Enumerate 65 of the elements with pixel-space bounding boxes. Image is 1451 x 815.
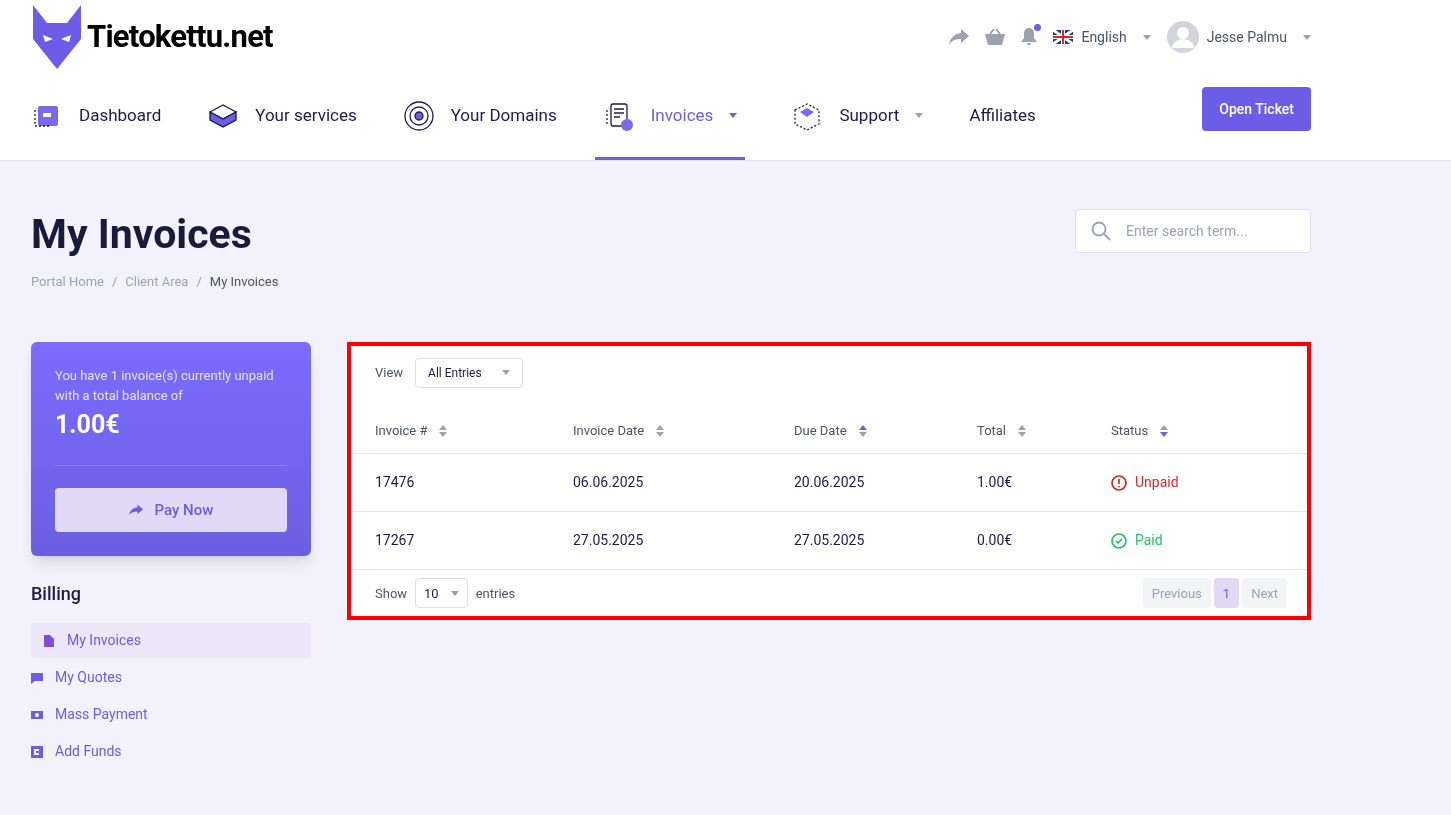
- table-cell: 06.06.2025: [573, 453, 794, 512]
- globe-icon: [402, 99, 435, 132]
- show-label: Show: [375, 584, 408, 603]
- billing-menu-item[interactable]: My Quotes: [31, 660, 311, 696]
- search-field[interactable]: Enter search term...: [1075, 209, 1311, 253]
- table-cell: 17267: [351, 511, 573, 570]
- nav-tab[interactable]: Dashboard: [31, 74, 162, 160]
- nav-tab[interactable]: Affiliates: [969, 74, 1036, 160]
- column-header[interactable]: Total: [977, 407, 1111, 454]
- entries-label: entries: [475, 584, 516, 603]
- column-header[interactable]: Invoice Date: [573, 407, 794, 454]
- user-menu[interactable]: Jesse Palmu: [1166, 21, 1311, 54]
- nav-tab[interactable]: Invoices: [594, 74, 746, 160]
- caret-icon: [450, 590, 459, 596]
- billing-heading: Billing: [31, 582, 82, 607]
- balance-amount: 1.00€: [55, 408, 121, 441]
- bell-icon[interactable]: [1021, 28, 1038, 47]
- table-cell: 17476: [351, 453, 573, 512]
- balance-message: You have 1 invoice(s) currently unpaid with a total balance of: [55, 366, 275, 405]
- check-circle-icon: [1111, 532, 1127, 549]
- billing-menu-item[interactable]: Mass Payment: [31, 697, 311, 733]
- page-title: My Invoices: [31, 209, 253, 260]
- view-label: View: [375, 364, 404, 382]
- status-cell: Unpaid: [1111, 453, 1307, 512]
- caret-icon: [501, 370, 510, 376]
- table-cell: 27.05.2025: [573, 511, 794, 570]
- alert-circle-icon: [1111, 474, 1127, 491]
- uk-flag-icon: [1053, 30, 1074, 45]
- view-dropdown[interactable]: All Entries: [415, 357, 523, 388]
- caret-icon: [915, 113, 924, 119]
- nav-tab[interactable]: Your Domains: [402, 74, 557, 160]
- column-header[interactable]: Due Date: [794, 407, 977, 454]
- column-header[interactable]: Invoice #: [351, 407, 573, 454]
- table-cell: 20.06.2025: [794, 453, 977, 512]
- pagination-button[interactable]: 1: [1213, 578, 1240, 609]
- comment-icon: [31, 671, 43, 684]
- language-selector[interactable]: English: [1053, 26, 1151, 48]
- caret-icon: [1303, 34, 1311, 40]
- open-ticket-button[interactable]: Open Ticket: [1202, 87, 1311, 132]
- table-cell: 0.00€: [977, 511, 1111, 570]
- pay-now-button[interactable]: Pay Now: [55, 488, 287, 533]
- avatar-icon: [1166, 21, 1199, 54]
- page-size-dropdown[interactable]: 10: [415, 578, 468, 609]
- billing-menu-item[interactable]: Add Funds: [31, 734, 311, 770]
- caret-icon: [729, 113, 738, 119]
- caret-icon: [1142, 34, 1151, 40]
- share-arrow-icon: [128, 504, 143, 517]
- fox-logo-icon: [31, 5, 83, 70]
- nav-tab[interactable]: Your services: [207, 74, 357, 160]
- breadcrumb-separator: /: [111, 273, 118, 292]
- money-icon: [31, 708, 43, 721]
- table-cell: 1.00€: [977, 453, 1111, 512]
- billing-menu-item[interactable]: My Invoices: [31, 623, 311, 659]
- breadcrumb-separator: /: [196, 273, 202, 292]
- column-header[interactable]: Status: [1111, 407, 1307, 454]
- breadcrumb-current: My Invoices: [209, 273, 279, 292]
- wallet-icon: [31, 745, 43, 758]
- search-icon: [1091, 221, 1111, 241]
- status-cell: Paid: [1111, 511, 1307, 570]
- brand-name: Tietokettu.net: [87, 17, 273, 57]
- file-icon: [43, 634, 55, 647]
- basket-icon[interactable]: [985, 29, 1006, 46]
- table-cell: 27.05.2025: [794, 511, 977, 570]
- share-arrow-icon[interactable]: [949, 29, 970, 46]
- nav-tab[interactable]: Support: [791, 74, 924, 160]
